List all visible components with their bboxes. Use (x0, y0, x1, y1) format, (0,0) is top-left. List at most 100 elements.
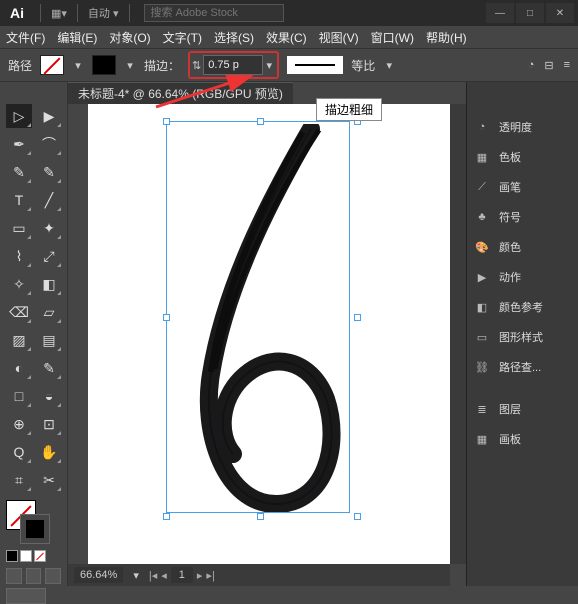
tool-16[interactable]: ▨ (6, 328, 32, 352)
gradient-mode-icon[interactable] (20, 550, 32, 562)
next-page-button[interactable]: ▸ (197, 569, 203, 582)
panel-颜色[interactable]: 🎨颜色 (473, 232, 572, 262)
close-button[interactable]: ✕ (546, 3, 574, 23)
tool-13[interactable]: ◧ (36, 272, 62, 296)
menu-type[interactable]: 文字(T) (163, 29, 202, 46)
color-mode-icon[interactable] (6, 550, 18, 562)
zoom-dropdown-icon[interactable]: ▾ (133, 569, 139, 582)
stroke-swatch[interactable] (92, 55, 116, 75)
none-mode-icon[interactable] (34, 550, 46, 562)
panel-符号[interactable]: ♣符号 (473, 202, 572, 232)
menu-effect[interactable]: 效果(C) (266, 29, 307, 46)
maximize-button[interactable]: □ (516, 3, 544, 23)
panel-label: 透明度 (499, 119, 532, 135)
panel-路径查...[interactable]: ⛓路径查... (473, 352, 572, 382)
tool-22[interactable]: ⊕ (6, 412, 32, 436)
menu-help[interactable]: 帮助(H) (426, 29, 467, 46)
fill-dropdown[interactable]: ▾ (72, 56, 84, 74)
stroke-label: 描边： (144, 57, 180, 74)
stroke-weight-dropdown[interactable]: ▾ (263, 56, 275, 74)
toolbox: ▷▶✒⌒✎✎T╱▭✦⌇⤢✧◧⌫▱▨▤◐✎□◒⊕⊡Q✋⌗✂ (0, 82, 68, 586)
scale-label: 等比 (351, 57, 375, 74)
stroke-style-preview[interactable] (287, 56, 343, 74)
scale-dropdown[interactable]: ▾ (383, 56, 395, 74)
tool-15[interactable]: ▱ (36, 300, 62, 324)
tool-11[interactable]: ⤢ (36, 244, 62, 268)
tool-27[interactable]: ✂ (36, 468, 62, 492)
panel-动作[interactable]: ▶动作 (473, 262, 572, 292)
last-page-button[interactable]: ▸| (206, 569, 214, 582)
tool-5[interactable]: ✎ (36, 160, 62, 184)
menu-object[interactable]: 对象(O) (109, 29, 150, 46)
panel-画笔[interactable]: ⟋画笔 (473, 172, 572, 202)
titlebar: Ai ▦▾ 自动 ▾ — □ ✕ (0, 0, 578, 26)
panel-icon: ▭ (473, 328, 491, 346)
menu-view[interactable]: 视图(V) (319, 29, 359, 46)
scrollbar-vertical[interactable] (450, 104, 466, 564)
tool-20[interactable]: □ (6, 384, 32, 408)
menu-window[interactable]: 窗口(W) (371, 29, 414, 46)
screen-mode-button[interactable] (6, 588, 46, 604)
zoom-value[interactable]: 66.64% (74, 567, 123, 583)
panel-图形样式[interactable]: ▭图形样式 (473, 322, 572, 352)
panel-icon: ⟋ (473, 178, 491, 196)
menubar: 文件(F) 编辑(E) 对象(O) 文字(T) 选择(S) 效果(C) 视图(V… (0, 26, 578, 48)
panel-画板[interactable]: ▦画板 (473, 424, 572, 454)
first-page-button[interactable]: |◂ (149, 569, 157, 582)
stepper-icon[interactable]: ⇅ (192, 59, 201, 72)
menu-icon[interactable]: ≡ (564, 59, 570, 72)
document-tab[interactable]: 未标题-4* @ 66.64% (RGB/GPU 预览) (68, 82, 293, 104)
stroke-weight-input[interactable]: 0.75 p (203, 55, 263, 75)
search-input[interactable] (144, 4, 284, 22)
minimize-button[interactable]: — (486, 3, 514, 23)
menu-file[interactable]: 文件(F) (6, 29, 45, 46)
tool-6[interactable]: T (6, 188, 32, 212)
tool-21[interactable]: ◒ (36, 384, 62, 408)
panel-透明度[interactable]: ◔透明度 (473, 112, 572, 142)
panel-icon: ◧ (473, 298, 491, 316)
tool-26[interactable]: ⌗ (6, 468, 32, 492)
tool-7[interactable]: ╱ (36, 188, 62, 212)
tool-17[interactable]: ▤ (36, 328, 62, 352)
tool-24[interactable]: Q (6, 440, 32, 464)
draw-mode-inside[interactable] (45, 568, 61, 584)
menu-edit[interactable]: 编辑(E) (57, 29, 97, 46)
control-bar: 路径 ▾ ▾ 描边： ⇅ 0.75 p ▾ 等比 ▾ ◔ ⊟ ≡ (0, 48, 578, 82)
stroke-large-swatch[interactable] (20, 514, 50, 544)
panel-label: 颜色参考 (499, 299, 543, 315)
panel-icon: ⛓ (473, 358, 491, 376)
stroke-dropdown[interactable]: ▾ (124, 56, 136, 74)
artwork-six[interactable] (171, 124, 353, 514)
tool-25[interactable]: ✋ (36, 440, 62, 464)
page-value[interactable]: 1 (171, 567, 193, 583)
panel-色板[interactable]: ▦色板 (473, 142, 572, 172)
tool-19[interactable]: ✎ (36, 356, 62, 380)
fill-swatch[interactable] (40, 55, 64, 75)
opacity-icon[interactable]: ◔ (528, 59, 535, 72)
tool-23[interactable]: ⊡ (36, 412, 62, 436)
align-icon[interactable]: ⊟ (544, 59, 553, 72)
menu-select[interactable]: 选择(S) (214, 29, 254, 46)
tool-1[interactable]: ▶ (36, 104, 62, 128)
tool-0[interactable]: ▷ (6, 104, 32, 128)
tool-8[interactable]: ▭ (6, 216, 32, 240)
tool-3[interactable]: ⌒ (36, 132, 62, 156)
tool-12[interactable]: ✧ (6, 272, 32, 296)
tool-14[interactable]: ⌫ (6, 300, 32, 324)
fill-stroke-swatches[interactable] (6, 500, 50, 544)
tool-2[interactable]: ✒ (6, 132, 32, 156)
tool-9[interactable]: ✦ (36, 216, 62, 240)
draw-mode-behind[interactable] (26, 568, 42, 584)
prev-page-button[interactable]: ◂ (161, 569, 167, 582)
tool-18[interactable]: ◐ (6, 356, 32, 380)
panel-图层[interactable]: ≣图层 (473, 394, 572, 424)
canvas-area[interactable]: 66.64% ▾ |◂ ◂ 1 ▸ ▸| (68, 104, 466, 586)
selection-bounding-box[interactable] (166, 121, 350, 513)
bridge-icon[interactable]: ▦▾ (45, 5, 73, 22)
panel-颜色参考[interactable]: ◧ 颜色参考 (473, 292, 572, 322)
draw-mode-normal[interactable] (6, 568, 22, 584)
tool-4[interactable]: ✎ (6, 160, 32, 184)
panel-label: 动作 (499, 269, 521, 285)
workspace-dropdown[interactable]: 自动 ▾ (82, 3, 125, 23)
tool-10[interactable]: ⌇ (6, 244, 32, 268)
